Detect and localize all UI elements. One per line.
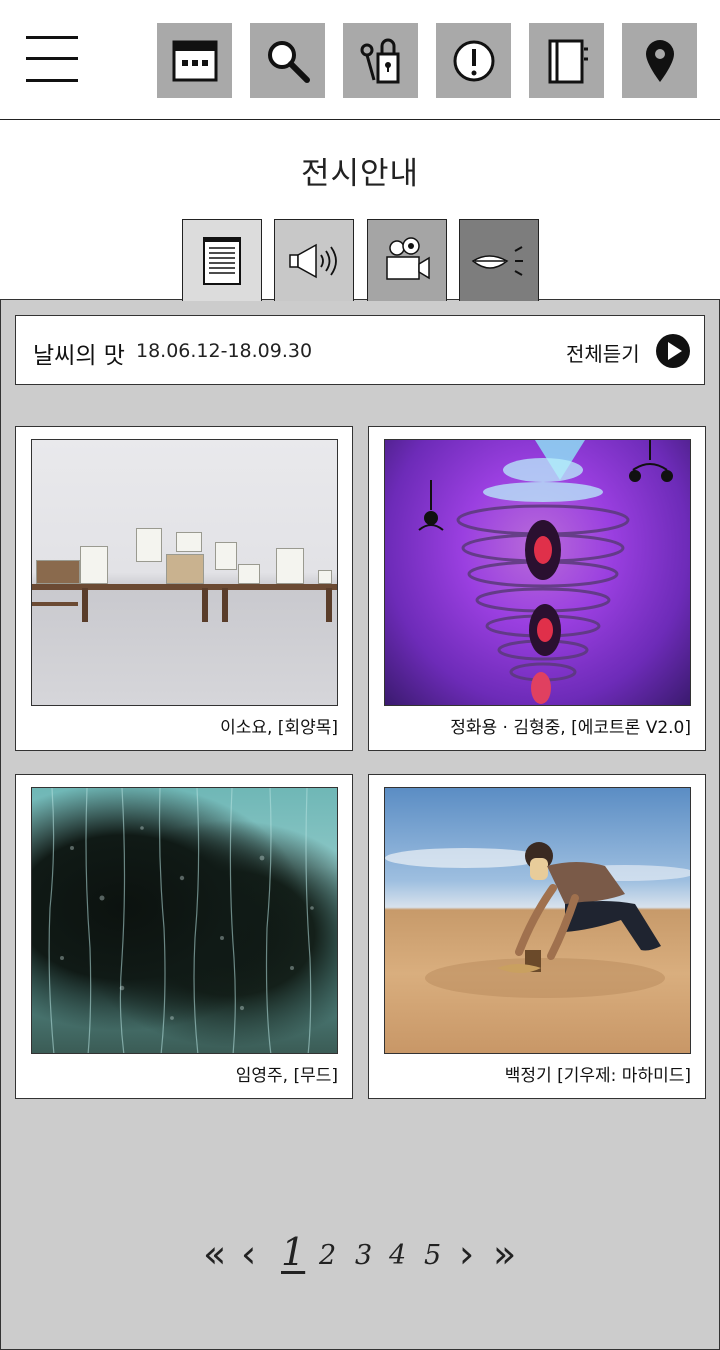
artwork-card[interactable]: 백정기 [기우제: 마하미드] (368, 774, 706, 1099)
exhibition-content: 날씨의 맛 18.06.12-18.09.30 전체듣기 이소요, [회양목] (0, 299, 720, 1350)
first-page-button[interactable]: « (203, 1232, 226, 1276)
tab-audio-guide[interactable] (274, 219, 354, 301)
location-pin-icon[interactable] (622, 23, 697, 98)
document-icon (203, 236, 241, 285)
search-icon[interactable] (250, 23, 325, 98)
locker-key-icon[interactable] (343, 23, 418, 98)
page-title: 전시안내 (300, 156, 420, 192)
tab-text-guide[interactable] (182, 219, 262, 301)
artwork-image (384, 439, 691, 706)
listen-all-label[interactable]: 전체듣기 (566, 338, 640, 367)
artwork-image (31, 439, 338, 706)
page-number[interactable]: 4 (389, 1240, 406, 1271)
last-page-button[interactable]: » (493, 1232, 516, 1276)
top-bar (0, 0, 720, 120)
sign-language-icon (471, 245, 523, 276)
page-number[interactable]: 5 (424, 1240, 441, 1271)
video-camera-icon (386, 236, 430, 280)
artwork-card[interactable]: 정화용 · 김형중, [에코트론 V2.0] (368, 426, 706, 751)
artwork-caption: 이소요, [회양목] (220, 718, 338, 738)
artwork-caption: 정화용 · 김형중, [에코트론 V2.0] (450, 718, 691, 738)
exhibition-header: 날씨의 맛 18.06.12-18.09.30 전체듣기 (15, 315, 705, 385)
artwork-image (384, 787, 691, 1054)
tab-sign-language-guide[interactable] (459, 219, 539, 301)
pagination: « ‹ 1 2 3 4 5 › » (1, 1230, 720, 1284)
artwork-card[interactable]: 임영주, [무드] (15, 774, 353, 1099)
speaker-icon (289, 243, 337, 278)
notebook-icon[interactable] (529, 23, 604, 98)
artwork-caption: 백정기 [기우제: 마하미드] (504, 1066, 691, 1086)
next-page-button[interactable]: › (459, 1232, 474, 1276)
artwork-image (31, 787, 338, 1054)
tab-video-guide[interactable] (367, 219, 447, 301)
play-all-button[interactable] (656, 334, 690, 368)
artwork-card[interactable]: 이소요, [회양목] (15, 426, 353, 751)
info-icon[interactable] (436, 23, 511, 98)
prev-page-button[interactable]: ‹ (241, 1232, 256, 1276)
exhibition-dates: 18.06.12-18.09.30 (136, 340, 313, 362)
calendar-icon[interactable] (157, 23, 232, 98)
page-number[interactable]: 2 (319, 1240, 336, 1271)
page-number-current[interactable]: 1 (281, 1230, 305, 1274)
menu-icon[interactable] (26, 36, 78, 84)
artwork-caption: 임영주, [무드] (235, 1066, 338, 1086)
exhibition-name: 날씨의 맛 (33, 343, 125, 369)
page-number[interactable]: 3 (355, 1240, 372, 1271)
